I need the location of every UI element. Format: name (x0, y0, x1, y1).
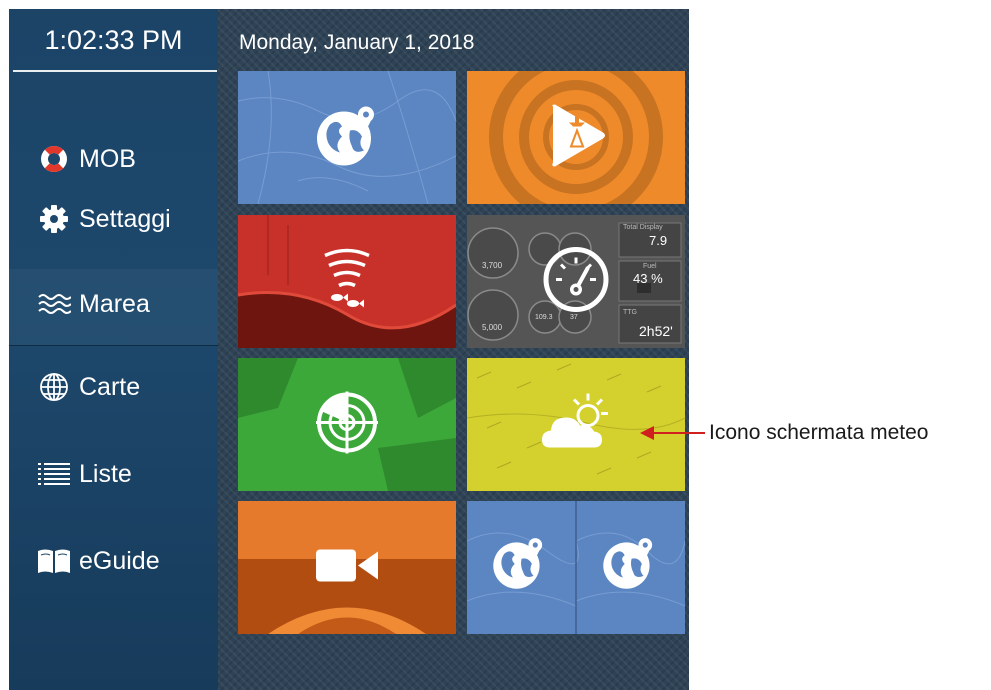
waves-icon (33, 286, 75, 322)
tile-fish-finder[interactable] (238, 215, 456, 348)
rpm-readout-2: 5,000 (482, 323, 503, 332)
home-screen: Monday, January 1, 2018 Total Display 7.… (218, 9, 689, 690)
tile-split-chart[interactable] (467, 501, 685, 634)
globe-pin-icon (599, 533, 659, 598)
callout-line (652, 432, 705, 434)
menu-item-eguide[interactable]: eGuide (9, 531, 218, 591)
menu-item-liste[interactable]: Liste (9, 444, 218, 504)
ttg-label: TTG (623, 309, 637, 316)
menu-item-settaggi[interactable]: Settaggi (9, 189, 218, 249)
tile-instruments[interactable]: Total Display 7.9 Fuel 43 % TTG 2h52' 3,… (467, 215, 685, 348)
menu-label-carte: Carte (79, 372, 141, 401)
sidebar-divider (9, 345, 218, 346)
menu-label-liste: Liste (79, 459, 132, 488)
radar-icon (314, 389, 380, 460)
menu-label-mob: MOB (79, 144, 136, 173)
date-display: Monday, January 1, 2018 (239, 31, 475, 54)
clock-divider (13, 70, 217, 72)
gauge-icon (542, 245, 610, 318)
fuel-label: Fuel (643, 263, 657, 270)
tile-chart-plotter[interactable] (238, 71, 456, 204)
globe-pin-icon (312, 100, 382, 175)
rpm-readout-1: 3,700 (482, 261, 503, 270)
menu-item-marea[interactable]: Marea (9, 274, 218, 334)
gear-icon (33, 201, 75, 237)
tile-autopilot[interactable] (467, 71, 685, 204)
sonar-fish-icon (315, 247, 379, 316)
ttg-value: 2h52' (639, 323, 673, 339)
menu-label-settaggi: Settaggi (79, 204, 171, 233)
menu-item-carte[interactable]: Carte (9, 357, 218, 417)
book-icon (33, 543, 75, 579)
video-camera-icon (314, 545, 380, 590)
total-display-value: 7.9 (649, 233, 668, 248)
clock: 1:02:33 PM (44, 24, 183, 55)
total-display-label: Total Display (623, 224, 663, 231)
menu-item-mob[interactable]: MOB (9, 129, 218, 189)
list-icon (33, 456, 75, 492)
lifebuoy-icon (33, 141, 75, 177)
tile-radar[interactable] (238, 358, 456, 491)
globe-pin-icon (489, 533, 549, 598)
menu-label-eguide: eGuide (79, 546, 160, 575)
sidebar: 1:02:33 PM MOB Settaggi Marea Carte List… (9, 9, 218, 690)
menu-label-marea: Marea (79, 289, 150, 318)
globe-icon (33, 369, 75, 405)
tile-weather[interactable] (467, 358, 685, 491)
device-screen: 1:02:33 PM MOB Settaggi Marea Carte List… (9, 9, 689, 690)
play-boat-icon (541, 100, 611, 175)
weather-icon (540, 391, 612, 458)
fuel-value: 43 % (633, 271, 663, 286)
tile-camera[interactable] (238, 501, 456, 634)
callout-label: Icono schermata meteo (709, 421, 929, 444)
